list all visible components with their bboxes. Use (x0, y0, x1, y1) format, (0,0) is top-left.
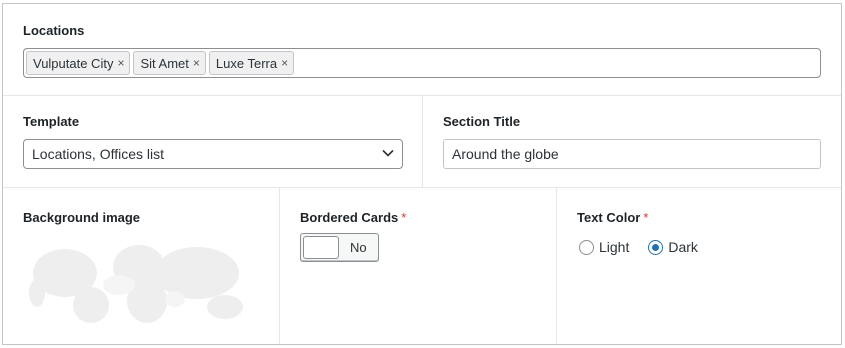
locations-label: Locations (23, 23, 85, 38)
remove-tag-icon[interactable]: × (117, 56, 124, 70)
toggle-state-text: No (350, 240, 367, 255)
text-color-label-text: Text Color (577, 210, 641, 225)
radio-option-dark[interactable]: Dark (648, 239, 698, 255)
background-image-label: Background image (23, 210, 141, 225)
template-row: Template Locations, Offices list Section… (3, 95, 841, 188)
toggle-knob (303, 236, 339, 259)
settings-panel: Locations Vulputate City × Sit Amet × Lu… (2, 3, 842, 345)
locations-row: Locations Vulputate City × Sit Amet × Lu… (3, 4, 841, 96)
remove-tag-icon[interactable]: × (193, 56, 200, 70)
radio-light-label: Light (599, 239, 630, 255)
bordered-cards-label-text: Bordered Cards (300, 210, 399, 225)
required-mark: * (643, 210, 649, 225)
location-tag: Vulputate City × (26, 51, 131, 75)
radio-option-light[interactable]: Light (579, 239, 629, 255)
template-selected-value: Locations, Offices list (32, 146, 165, 162)
remove-tag-icon[interactable]: × (281, 56, 288, 70)
column-divider (422, 95, 423, 187)
section-title-value: Around the globe (452, 146, 559, 162)
locations-multiselect[interactable]: Vulputate City × Sit Amet × Luxe Terra × (23, 48, 821, 78)
required-mark: * (401, 210, 407, 225)
bordered-cards-label: Bordered Cards * (300, 210, 406, 225)
text-color-label: Text Color * (577, 210, 648, 225)
chevron-down-icon (382, 149, 394, 157)
location-tag-label: Sit Amet (140, 55, 189, 71)
template-label: Template (23, 114, 80, 129)
location-tag-label: Vulputate City (33, 55, 114, 71)
text-color-radio-group: Light Dark (579, 239, 717, 255)
location-tag: Sit Amet × (133, 51, 206, 75)
radio-dark[interactable] (648, 239, 664, 255)
location-tag-label: Luxe Terra (215, 55, 278, 71)
radio-dark-label: Dark (668, 239, 698, 255)
background-image-preview[interactable] (29, 235, 251, 327)
location-tag: Luxe Terra × (208, 51, 295, 75)
text-color-cell: Text Color * Light Dark (557, 187, 841, 344)
radio-light[interactable] (579, 239, 594, 255)
section-title-label: Section Title (443, 114, 521, 129)
bordered-cards-cell: Bordered Cards * No (280, 187, 556, 344)
section-title-input[interactable]: Around the globe (443, 139, 821, 169)
template-select[interactable]: Locations, Offices list (23, 139, 403, 169)
options-row: Background image Bordered Cards * No Tex… (3, 187, 841, 344)
bordered-cards-toggle[interactable]: No (300, 233, 379, 262)
background-image-cell: Background image (3, 187, 279, 344)
